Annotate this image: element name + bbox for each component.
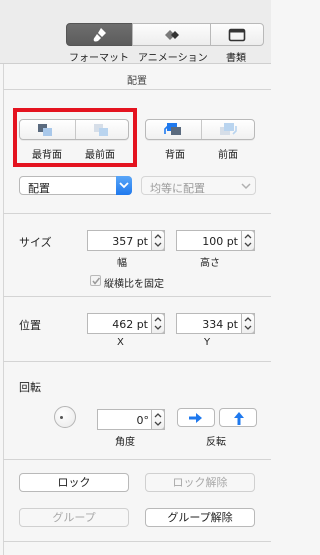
flip-vertical-button[interactable] [219,408,257,427]
flip-horizontal-button[interactable] [177,408,215,427]
height-stepper[interactable] [241,230,255,251]
unlock-button[interactable]: ロック解除 [145,473,255,492]
section-divider [3,361,271,362]
height-value: 100 pt [202,235,238,248]
animation-tab-button[interactable] [132,23,211,46]
bring-forward-icon [220,123,237,135]
document-tab-button[interactable] [210,23,264,46]
arrow-up-icon [234,412,244,425]
flip-label: 反転 [206,437,226,448]
section-divider [3,541,271,542]
y-position-value: 334 pt [202,318,238,331]
x-position-stepper[interactable] [151,313,165,334]
stepper-arrows-icon [154,317,162,330]
width-stepper[interactable] [151,230,165,251]
height-field[interactable]: 100 pt [176,230,255,251]
back-front-buttons [145,119,255,140]
angle-value: 0° [136,414,150,427]
animation-tab-label: アニメーション [138,53,208,64]
size-section-label: サイズ [19,236,52,249]
send-backward-icon [164,123,181,135]
paintbrush-icon [93,27,106,41]
section-divider [3,213,271,214]
document-tab-label: 書類 [226,53,246,64]
angle-field[interactable]: 0° [97,409,165,430]
group-button[interactable]: グループ [19,508,129,527]
dropdown-arrow [116,176,132,195]
y-position-stepper[interactable] [241,313,255,334]
bring-forward-label: 前面 [218,150,238,161]
angle-stepper[interactable] [151,409,165,430]
constrain-proportions-checkbox[interactable] [90,275,101,286]
x-position-value: 462 pt [112,318,148,331]
position-section-label: 位置 [19,319,41,332]
stepper-arrows-icon [154,413,162,426]
chevron-down-icon [119,182,129,189]
format-tab-label: フォーマット [69,53,129,64]
rotation-knob[interactable] [54,406,76,428]
rotation-indicator [60,416,63,419]
bring-forward-button[interactable] [202,120,255,139]
lock-button[interactable]: ロック [19,473,129,492]
send-backward-button[interactable] [146,120,201,139]
angle-label: 角度 [115,437,135,448]
x-position-field[interactable]: 462 pt [87,313,165,334]
stepper-arrows-icon [244,317,252,330]
align-dropdown[interactable]: 配置 [19,176,132,195]
width-value: 357 pt [112,235,148,248]
panel-header: 配置 [3,64,271,90]
document-window-icon [228,28,246,41]
rotate-section-label: 回転 [19,381,41,394]
height-label: 高さ [200,258,220,269]
animation-diamond-icon [164,29,179,40]
y-position-field[interactable]: 334 pt [176,313,255,334]
chevron-down-icon [241,183,251,190]
x-position-label: X [117,337,124,348]
highlight-box [13,108,137,167]
panel-title: 配置 [127,76,147,87]
distribute-dropdown[interactable]: 均等に配置 [141,176,256,195]
format-tab-button[interactable] [66,23,133,46]
width-label: 幅 [117,258,127,269]
distribute-dropdown-value: 均等に配置 [150,182,205,195]
constrain-proportions-label: 縦横比を固定 [104,279,164,290]
send-backward-label: 背面 [165,150,185,161]
y-position-label: Y [204,337,211,348]
arrow-right-icon [189,413,202,423]
width-field[interactable]: 357 pt [87,230,165,251]
section-divider [3,459,271,460]
checkmark-icon [92,277,101,285]
section-divider [3,296,271,297]
ungroup-button[interactable]: グループ解除 [145,508,255,527]
align-dropdown-value: 配置 [28,182,50,195]
stepper-arrows-icon [244,234,252,247]
stepper-arrows-icon [154,234,162,247]
